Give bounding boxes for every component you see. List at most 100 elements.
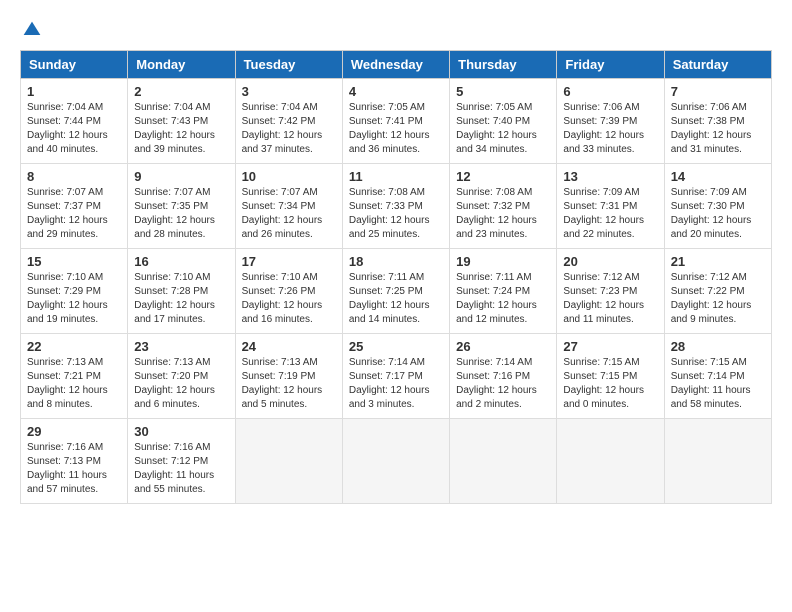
sunset-label: Sunset: 7:26 PM <box>242 286 316 297</box>
week-row-2: 8 Sunrise: 7:07 AM Sunset: 7:37 PM Dayli… <box>21 164 772 249</box>
day-info: Sunrise: 7:10 AM Sunset: 7:29 PM Dayligh… <box>27 271 121 327</box>
sunrise-label: Sunrise: 7:15 AM <box>563 357 639 368</box>
day-number: 3 <box>242 84 336 99</box>
day-info: Sunrise: 7:04 AM Sunset: 7:44 PM Dayligh… <box>27 101 121 157</box>
day-number: 22 <box>27 339 121 354</box>
day-number: 26 <box>456 339 550 354</box>
daylight-label: Daylight: 12 hours <box>456 215 537 226</box>
day-number: 15 <box>27 254 121 269</box>
sunrise-label: Sunrise: 7:14 AM <box>456 357 532 368</box>
calendar-cell: 28 Sunrise: 7:15 AM Sunset: 7:14 PM Dayl… <box>664 334 771 419</box>
sunset-label: Sunset: 7:42 PM <box>242 116 316 127</box>
daylight-minutes: and 11 minutes. <box>563 314 633 325</box>
sunrise-label: Sunrise: 7:15 AM <box>671 357 747 368</box>
calendar-cell: 1 Sunrise: 7:04 AM Sunset: 7:44 PM Dayli… <box>21 79 128 164</box>
day-info: Sunrise: 7:06 AM Sunset: 7:39 PM Dayligh… <box>563 101 657 157</box>
day-number: 5 <box>456 84 550 99</box>
daylight-minutes: and 2 minutes. <box>456 399 522 410</box>
sunrise-label: Sunrise: 7:14 AM <box>349 357 425 368</box>
daylight-minutes: and 8 minutes. <box>27 399 93 410</box>
day-number: 25 <box>349 339 443 354</box>
sunrise-label: Sunrise: 7:08 AM <box>349 187 425 198</box>
calendar-cell: 24 Sunrise: 7:13 AM Sunset: 7:19 PM Dayl… <box>235 334 342 419</box>
daylight-label: Daylight: 12 hours <box>563 130 644 141</box>
day-number: 9 <box>134 169 228 184</box>
day-info: Sunrise: 7:05 AM Sunset: 7:41 PM Dayligh… <box>349 101 443 157</box>
daylight-label: Daylight: 12 hours <box>242 215 323 226</box>
sunrise-label: Sunrise: 7:07 AM <box>242 187 318 198</box>
sunset-label: Sunset: 7:38 PM <box>671 116 745 127</box>
calendar-cell: 16 Sunrise: 7:10 AM Sunset: 7:28 PM Dayl… <box>128 249 235 334</box>
header-row: SundayMondayTuesdayWednesdayThursdayFrid… <box>21 51 772 79</box>
logo-icon <box>22 20 42 40</box>
sunrise-label: Sunrise: 7:12 AM <box>563 272 639 283</box>
sunset-label: Sunset: 7:39 PM <box>563 116 637 127</box>
week-row-3: 15 Sunrise: 7:10 AM Sunset: 7:29 PM Dayl… <box>21 249 772 334</box>
daylight-label: Daylight: 12 hours <box>242 385 323 396</box>
sunrise-label: Sunrise: 7:05 AM <box>456 102 532 113</box>
day-number: 28 <box>671 339 765 354</box>
sunrise-label: Sunrise: 7:11 AM <box>349 272 424 283</box>
calendar-cell: 29 Sunrise: 7:16 AM Sunset: 7:13 PM Dayl… <box>21 419 128 504</box>
header-cell-wednesday: Wednesday <box>342 51 449 79</box>
sunrise-label: Sunrise: 7:09 AM <box>563 187 639 198</box>
daylight-minutes: and 57 minutes. <box>27 484 98 495</box>
sunset-label: Sunset: 7:31 PM <box>563 201 637 212</box>
day-number: 11 <box>349 169 443 184</box>
day-number: 8 <box>27 169 121 184</box>
sunrise-label: Sunrise: 7:05 AM <box>349 102 425 113</box>
daylight-minutes: and 28 minutes. <box>134 229 205 240</box>
sunset-label: Sunset: 7:37 PM <box>27 201 101 212</box>
week-row-5: 29 Sunrise: 7:16 AM Sunset: 7:13 PM Dayl… <box>21 419 772 504</box>
sunrise-label: Sunrise: 7:13 AM <box>134 357 210 368</box>
calendar: SundayMondayTuesdayWednesdayThursdayFrid… <box>20 50 772 504</box>
daylight-minutes: and 39 minutes. <box>134 144 205 155</box>
daylight-label: Daylight: 12 hours <box>563 300 644 311</box>
daylight-label: Daylight: 12 hours <box>27 300 108 311</box>
day-number: 14 <box>671 169 765 184</box>
daylight-label: Daylight: 12 hours <box>671 300 752 311</box>
sunrise-label: Sunrise: 7:13 AM <box>242 357 318 368</box>
daylight-label: Daylight: 12 hours <box>242 130 323 141</box>
daylight-minutes: and 9 minutes. <box>671 314 737 325</box>
sunrise-label: Sunrise: 7:11 AM <box>456 272 531 283</box>
header-cell-saturday: Saturday <box>664 51 771 79</box>
day-number: 30 <box>134 424 228 439</box>
day-info: Sunrise: 7:07 AM Sunset: 7:37 PM Dayligh… <box>27 186 121 242</box>
day-info: Sunrise: 7:16 AM Sunset: 7:13 PM Dayligh… <box>27 441 121 497</box>
day-number: 20 <box>563 254 657 269</box>
sunrise-label: Sunrise: 7:10 AM <box>27 272 103 283</box>
daylight-label: Daylight: 12 hours <box>134 130 215 141</box>
calendar-cell: 7 Sunrise: 7:06 AM Sunset: 7:38 PM Dayli… <box>664 79 771 164</box>
daylight-label: Daylight: 12 hours <box>242 300 323 311</box>
day-number: 17 <box>242 254 336 269</box>
day-number: 29 <box>27 424 121 439</box>
day-info: Sunrise: 7:15 AM Sunset: 7:15 PM Dayligh… <box>563 356 657 412</box>
sunset-label: Sunset: 7:19 PM <box>242 371 316 382</box>
calendar-cell: 22 Sunrise: 7:13 AM Sunset: 7:21 PM Dayl… <box>21 334 128 419</box>
daylight-label: Daylight: 12 hours <box>134 215 215 226</box>
sunrise-label: Sunrise: 7:16 AM <box>134 442 210 453</box>
calendar-cell: 20 Sunrise: 7:12 AM Sunset: 7:23 PM Dayl… <box>557 249 664 334</box>
daylight-label: Daylight: 12 hours <box>349 130 430 141</box>
calendar-cell: 26 Sunrise: 7:14 AM Sunset: 7:16 PM Dayl… <box>450 334 557 419</box>
sunset-label: Sunset: 7:32 PM <box>456 201 530 212</box>
calendar-cell: 21 Sunrise: 7:12 AM Sunset: 7:22 PM Dayl… <box>664 249 771 334</box>
daylight-label: Daylight: 12 hours <box>134 385 215 396</box>
calendar-cell: 9 Sunrise: 7:07 AM Sunset: 7:35 PM Dayli… <box>128 164 235 249</box>
daylight-minutes: and 17 minutes. <box>134 314 205 325</box>
daylight-label: Daylight: 12 hours <box>134 300 215 311</box>
sunrise-label: Sunrise: 7:07 AM <box>27 187 103 198</box>
header-cell-tuesday: Tuesday <box>235 51 342 79</box>
daylight-minutes: and 22 minutes. <box>563 229 634 240</box>
sunset-label: Sunset: 7:12 PM <box>134 456 208 467</box>
calendar-cell: 14 Sunrise: 7:09 AM Sunset: 7:30 PM Dayl… <box>664 164 771 249</box>
sunrise-label: Sunrise: 7:08 AM <box>456 187 532 198</box>
sunset-label: Sunset: 7:30 PM <box>671 201 745 212</box>
day-info: Sunrise: 7:04 AM Sunset: 7:42 PM Dayligh… <box>242 101 336 157</box>
daylight-minutes: and 14 minutes. <box>349 314 420 325</box>
day-number: 2 <box>134 84 228 99</box>
daylight-label: Daylight: 12 hours <box>456 385 537 396</box>
daylight-label: Daylight: 12 hours <box>349 385 430 396</box>
calendar-cell <box>450 419 557 504</box>
